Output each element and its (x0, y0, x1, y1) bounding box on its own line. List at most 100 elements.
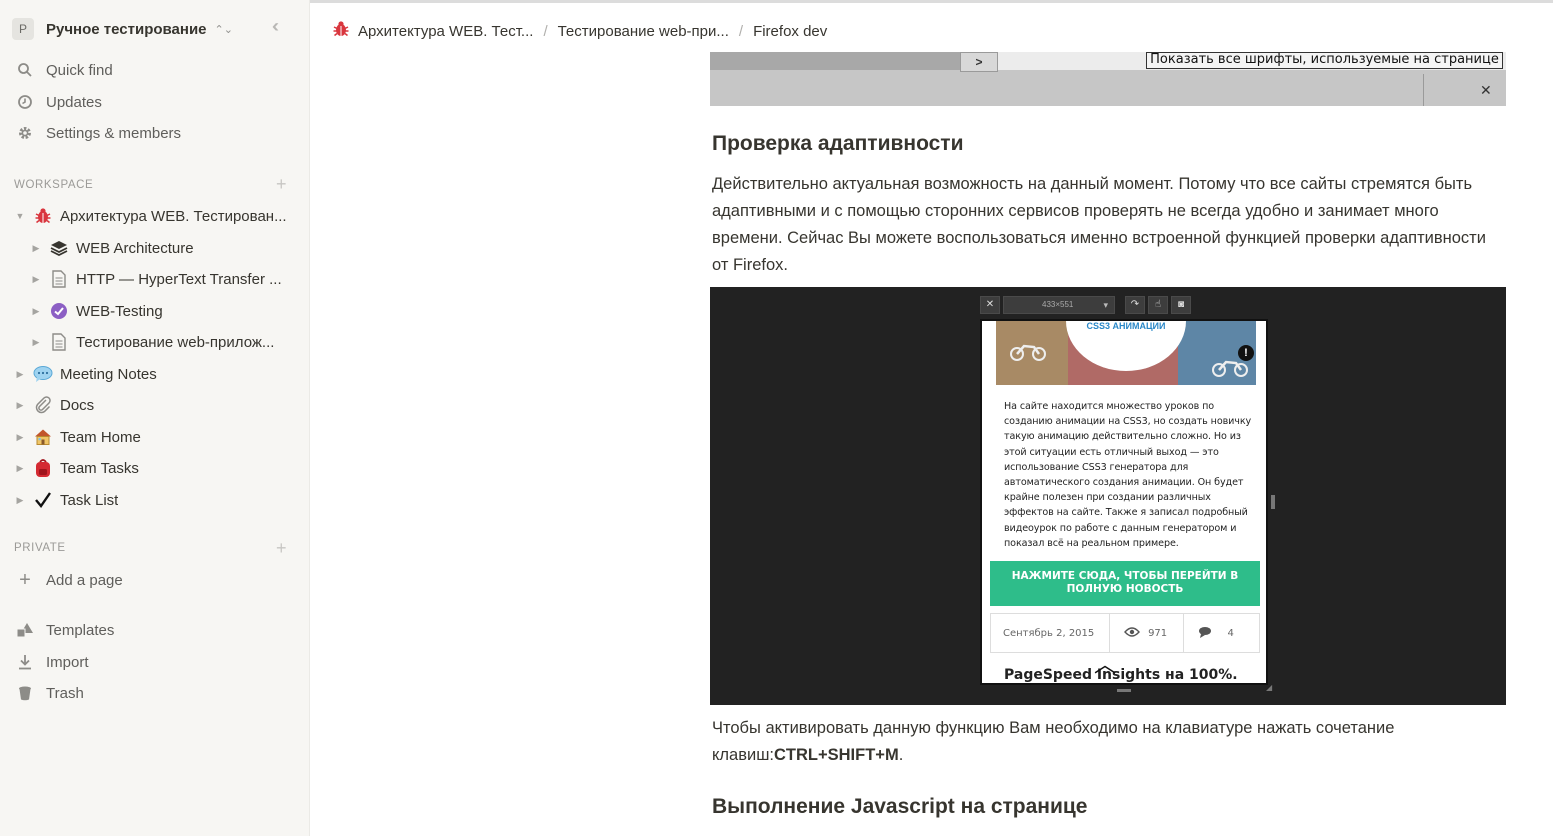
page-icon (48, 268, 70, 290)
add-workspace-page-icon[interactable]: + (276, 174, 287, 195)
rdm-size-select: 433×551 (1003, 296, 1115, 314)
tree-item-team-home[interactable]: ▶ Team Home (14, 422, 141, 452)
breadcrumb-item-current[interactable]: Firefox dev (753, 23, 827, 40)
rotate-icon: ↷ (1125, 296, 1145, 314)
collapsed-triangle-icon[interactable]: ▶ (14, 369, 26, 380)
post-views: 971 (1110, 614, 1184, 652)
devtools-fonts-screenshot: > Показать все шрифты, используемые на с… (710, 52, 1506, 106)
collapsed-triangle-icon[interactable]: ▶ (14, 495, 26, 506)
close-icon: ✕ (980, 296, 1000, 314)
resize-handle-right (1271, 495, 1275, 509)
post-comments: 4 (1184, 614, 1259, 652)
search-icon (14, 59, 36, 81)
plus-icon: + (19, 568, 31, 591)
nav-quick-find[interactable]: Quick find (14, 56, 304, 84)
tree-item-label: WEB-Testing (76, 302, 163, 320)
house-icon (32, 426, 54, 448)
comments-count: 4 (1227, 627, 1234, 639)
tree-item-label: Team Tasks (60, 459, 139, 477)
shapes-icon (14, 619, 36, 641)
nav-templates[interactable]: Templates (14, 616, 304, 644)
comments-icon (1198, 626, 1214, 641)
tree-item-http[interactable]: ▶ HTTP — HyperText Transfer ... (30, 264, 282, 294)
tree-item-label: Тестирование web-прилож... (76, 333, 275, 351)
workspace-switcher[interactable]: P Ручное тестирование ⌃⌄ (12, 15, 298, 43)
article-text: На сайте находится множество уроков по с… (1004, 401, 1252, 549)
tree-item-web-testing[interactable]: ▶ WEB-Testing (30, 296, 163, 326)
tree-item-architecture[interactable]: ▼ Архитектура WEB. Тестирован... (14, 201, 287, 231)
tree-item-web-app-testing[interactable]: ▶ Тестирование web-прилож... (30, 327, 274, 357)
chevron-right-icon: > (960, 52, 998, 72)
rdm-toolbar: ✕ 433×551 ↷ ☝ ◙ (980, 296, 1191, 314)
collapsed-triangle-icon[interactable]: ▶ (30, 274, 42, 285)
tree-item-team-tasks[interactable]: ▶ Team Tasks (14, 453, 139, 483)
scroll-up-icon: ︿ (1093, 652, 1116, 677)
collapsed-triangle-icon[interactable]: ▶ (30, 337, 42, 348)
tree-item-docs[interactable]: ▶ Docs (14, 390, 94, 420)
nav-import[interactable]: Import (14, 648, 304, 676)
app-window: P Ручное тестирование ⌃⌄ ‹‹ Quick find U… (0, 0, 1553, 836)
collapsed-triangle-icon[interactable]: ▶ (14, 400, 26, 411)
workspace-section-label: WORKSPACE (14, 179, 94, 191)
camera-icon: ◙ (1171, 296, 1191, 314)
collapsed-triangle-icon[interactable]: ▶ (30, 243, 42, 254)
paragraph-adaptive: Действительно актуальная возможность на … (712, 175, 1486, 274)
add-page-button[interactable]: + Add a page (14, 566, 304, 594)
topbar: Архитектура WEB. Тест... / Тестирование … (310, 0, 1553, 56)
show-all-fonts-button: Показать все шрифты, используемые на стр… (1146, 52, 1503, 69)
speech-bubble-icon (32, 363, 54, 385)
nav-label: Quick find (46, 61, 113, 79)
nav-updates[interactable]: Updates (14, 88, 304, 116)
breadcrumb: Архитектура WEB. Тест... / Тестирование … (332, 20, 827, 42)
backpack-icon (32, 457, 54, 479)
add-page-label: Add a page (46, 571, 123, 589)
nav-label: Trash (46, 684, 84, 702)
collapsed-triangle-icon[interactable]: ▶ (14, 463, 26, 474)
heading-adaptive: Проверка адаптивности (712, 132, 964, 155)
hero-banner: CSS3 АНИМАЦИИ ! (996, 321, 1256, 385)
chevron-updown-icon: ⌃⌄ (214, 23, 233, 36)
touch-icon: ☝ (1148, 296, 1168, 314)
tree-item-label: Docs (60, 396, 95, 414)
tree-item-label: Task List (60, 491, 119, 509)
tree-item-task-list[interactable]: ▶ Task List (14, 485, 119, 515)
post-title: PageSpeed Insights на 100%. (1004, 667, 1238, 683)
read-more-button: НАЖМИТЕ СЮДА, ЧТОБЫ ПЕРЕЙТИ В ПОЛНУЮ НОВ… (990, 561, 1260, 606)
screenshot-divider (1423, 74, 1424, 106)
shortcut-keys: CTRL+SHIFT+M (774, 746, 899, 764)
screenshot-scrollbar (710, 52, 960, 70)
tree-item-label: Meeting Notes (60, 365, 157, 383)
workspace-avatar: P (12, 18, 34, 40)
download-icon (14, 651, 36, 673)
tree-item-label: Team Home (60, 428, 141, 446)
eye-icon (1124, 626, 1140, 640)
tree-item-label: Архитектура WEB. Тестирован... (60, 207, 287, 225)
add-private-page-icon[interactable]: + (276, 538, 287, 559)
clock-icon (14, 91, 36, 113)
shortcut-suffix: . (898, 746, 904, 764)
nav-trash[interactable]: Trash (14, 679, 304, 707)
page-icon (48, 331, 70, 353)
collapsed-triangle-icon[interactable]: ▶ (30, 306, 42, 317)
responsive-design-screenshot: ✕ 433×551 ↷ ☝ ◙ CSS3 АНИМАЦИИ ! На са (710, 287, 1506, 705)
collapse-sidebar-icon[interactable]: ‹‹ (272, 16, 279, 37)
tree-item-label: HTTP — HyperText Transfer ... (76, 270, 282, 288)
expanded-triangle-icon[interactable]: ▼ (14, 211, 26, 221)
paragraph-shortcut: Чтобы активировать данную функцию Вам не… (712, 715, 1506, 769)
resize-handle-bottom (1117, 689, 1131, 692)
heading-js: Выполнение Javascript на странице (712, 795, 1088, 818)
tree-item-meeting-notes[interactable]: ▶ Meeting Notes (14, 359, 157, 389)
views-count: 971 (1148, 627, 1168, 639)
nav-label: Templates (46, 621, 115, 639)
nav-settings-members[interactable]: Settings & members (14, 119, 304, 147)
layers-icon (48, 237, 70, 259)
breadcrumb-separator: / (543, 22, 548, 40)
trash-icon (14, 682, 36, 704)
bug-icon (32, 205, 54, 227)
tree-item-web-architecture[interactable]: ▶ WEB Architecture (30, 233, 194, 263)
breadcrumb-item[interactable]: Тестирование web-при... (558, 23, 729, 40)
motorcycle-icon (1010, 339, 1046, 367)
breadcrumb-item[interactable]: Архитектура WEB. Тест... (358, 23, 533, 40)
check-circle-icon (48, 300, 70, 322)
collapsed-triangle-icon[interactable]: ▶ (14, 432, 26, 443)
